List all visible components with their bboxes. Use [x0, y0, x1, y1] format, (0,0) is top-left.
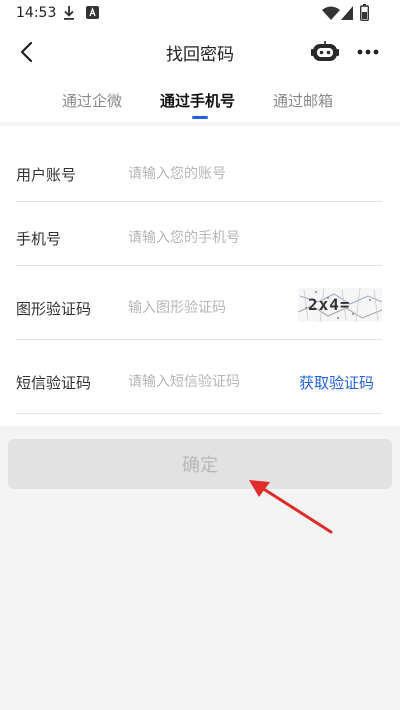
tab-phone[interactable]: 通过手机号: [160, 90, 235, 111]
account-row: 用户账号: [16, 140, 382, 202]
phone-input[interactable]: [128, 227, 368, 249]
image-code-row: 图形验证码 2x4=: [16, 268, 382, 340]
image-code-input[interactable]: [128, 297, 288, 319]
wifi-icon: [322, 6, 340, 20]
tab-email[interactable]: 通过邮箱: [273, 90, 333, 111]
tab-bar: 通过企微 通过手机号 通过邮箱: [0, 76, 400, 122]
phone-label: 手机号: [16, 230, 62, 248]
robot-icon[interactable]: [311, 40, 339, 64]
signal-icon: [341, 6, 353, 20]
battery-icon: [360, 4, 369, 21]
status-time: 14:53: [16, 5, 57, 21]
sms-code-input[interactable]: [128, 371, 288, 393]
account-input[interactable]: [128, 163, 368, 185]
phone-row: 手机号: [16, 204, 382, 266]
annotation-arrow-icon: [249, 480, 333, 534]
account-label: 用户账号: [16, 166, 77, 184]
title-bar: 找回密码: [0, 28, 400, 76]
page-title: 找回密码: [166, 45, 234, 65]
image-code-label: 图形验证码: [16, 300, 92, 318]
tab-wecom[interactable]: 通过企微: [62, 90, 122, 111]
status-bar: 14:53: [0, 0, 400, 28]
captcha-text: 2x4=: [308, 295, 351, 314]
sms-code-row: 短信验证码 获取验证码: [16, 342, 382, 414]
get-code-button[interactable]: 获取验证码: [299, 372, 374, 393]
captcha-image[interactable]: 2x4=: [298, 288, 382, 322]
tab-active-indicator: [192, 116, 208, 119]
a-badge-icon: [86, 6, 99, 19]
download-icon: [64, 6, 74, 20]
sms-code-label: 短信验证码: [16, 374, 92, 392]
recovery-form: 用户账号 手机号 图形验证码 2x4= 短信验证码 获取验证码: [0, 126, 400, 426]
more-dots-icon[interactable]: [354, 40, 382, 64]
